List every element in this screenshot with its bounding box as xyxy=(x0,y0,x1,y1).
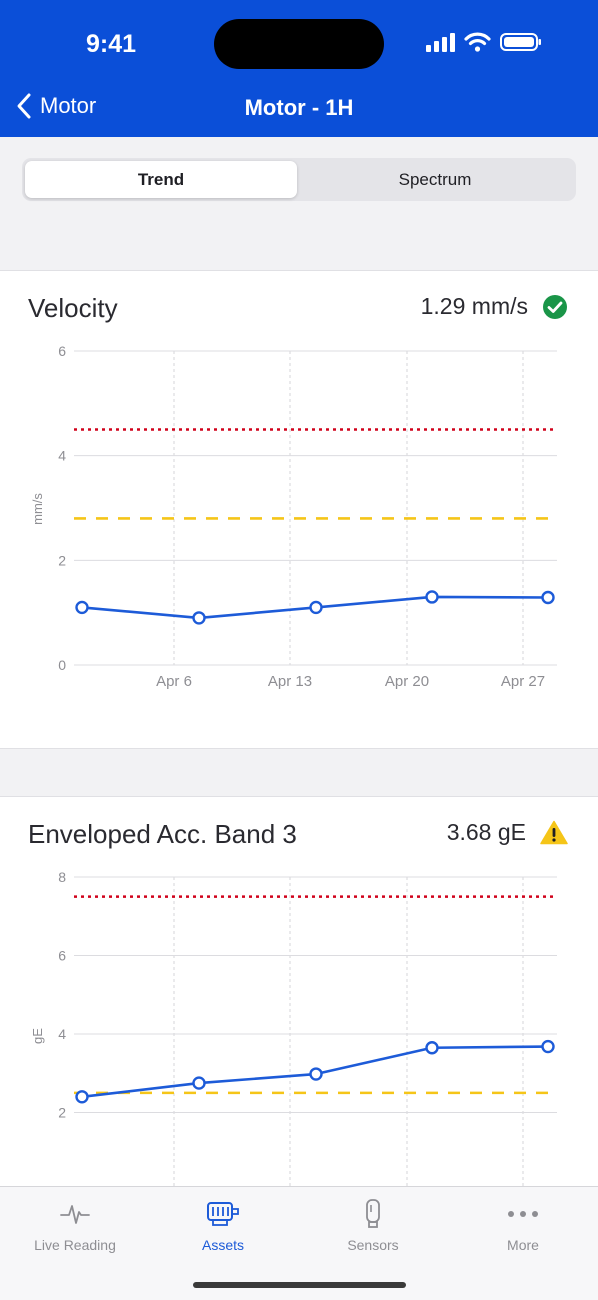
data-point xyxy=(192,1076,206,1090)
segment-spectrum[interactable]: Spectrum xyxy=(299,161,571,198)
data-point xyxy=(309,1067,323,1081)
pulse-icon xyxy=(60,1205,90,1224)
wifi-icon xyxy=(464,32,491,52)
data-point xyxy=(75,600,89,615)
tab-label: Assets xyxy=(201,1237,244,1253)
app-header: 9:41 Motor Motor - 1H xyxy=(0,0,598,137)
more-icon xyxy=(508,1211,538,1217)
view-segmented-control: Trend Spectrum xyxy=(22,158,576,201)
battery-icon xyxy=(500,33,541,51)
y-axis-label: mm/s xyxy=(30,493,45,525)
velocity-card[interactable]: Velocity 1.29 mm/s 0 2 4 6 mm/s Apr 6 Apr 13 Ap… xyxy=(0,270,598,749)
sensor-icon xyxy=(366,1199,380,1228)
data-point xyxy=(425,590,439,604)
x-tick-label: Apr 27 xyxy=(501,673,545,690)
x-tick-label: Apr 13 xyxy=(268,673,312,690)
segment-trend[interactable]: Trend xyxy=(25,161,297,198)
tab-more[interactable]: More xyxy=(448,1197,598,1253)
tab-assets[interactable]: Assets xyxy=(148,1197,298,1253)
y-tick-label: 8 xyxy=(58,869,66,885)
data-point xyxy=(541,1039,555,1054)
motor-icon xyxy=(207,1202,239,1226)
tab-sensors[interactable]: Sensors xyxy=(298,1197,448,1253)
x-tick-label: Apr 6 xyxy=(156,673,192,690)
tab-label: More xyxy=(507,1237,539,1253)
y-tick-label: 0 xyxy=(58,657,66,673)
velocity-chart: 0 2 4 6 mm/s Apr 6 Apr 13 Apr 20 Apr 27 xyxy=(30,343,557,690)
data-point xyxy=(192,611,206,625)
data-point xyxy=(309,600,323,615)
data-point xyxy=(541,590,555,605)
dynamic-island xyxy=(214,19,384,69)
y-axis-label: gE xyxy=(30,1028,45,1044)
tab-label: Sensors xyxy=(347,1237,399,1253)
tab-label: Live Reading xyxy=(34,1237,116,1253)
y-tick-label: 4 xyxy=(58,448,66,464)
data-point xyxy=(425,1041,439,1055)
y-tick-label: 6 xyxy=(58,343,66,359)
signal-icon xyxy=(426,33,455,52)
status-icons xyxy=(425,32,542,52)
status-time: 9:41 xyxy=(86,30,137,58)
enveloped-acc-chart: 2 4 6 8 gE xyxy=(30,869,557,1197)
data-point xyxy=(75,1090,89,1104)
x-tick-label: Apr 20 xyxy=(385,673,429,690)
y-tick-label: 2 xyxy=(58,552,66,568)
home-indicator xyxy=(193,1282,406,1288)
y-tick-label: 6 xyxy=(58,948,66,964)
tab-live-reading[interactable]: Live Reading xyxy=(0,1197,150,1253)
page-title: Motor - 1H xyxy=(244,95,354,120)
enveloped-acc-card[interactable]: Enveloped Acc. Band 3 3.68 gE 2 4 6 8 gE xyxy=(0,796,598,1216)
y-tick-label: 2 xyxy=(58,1105,66,1121)
y-tick-label: 4 xyxy=(58,1026,66,1042)
